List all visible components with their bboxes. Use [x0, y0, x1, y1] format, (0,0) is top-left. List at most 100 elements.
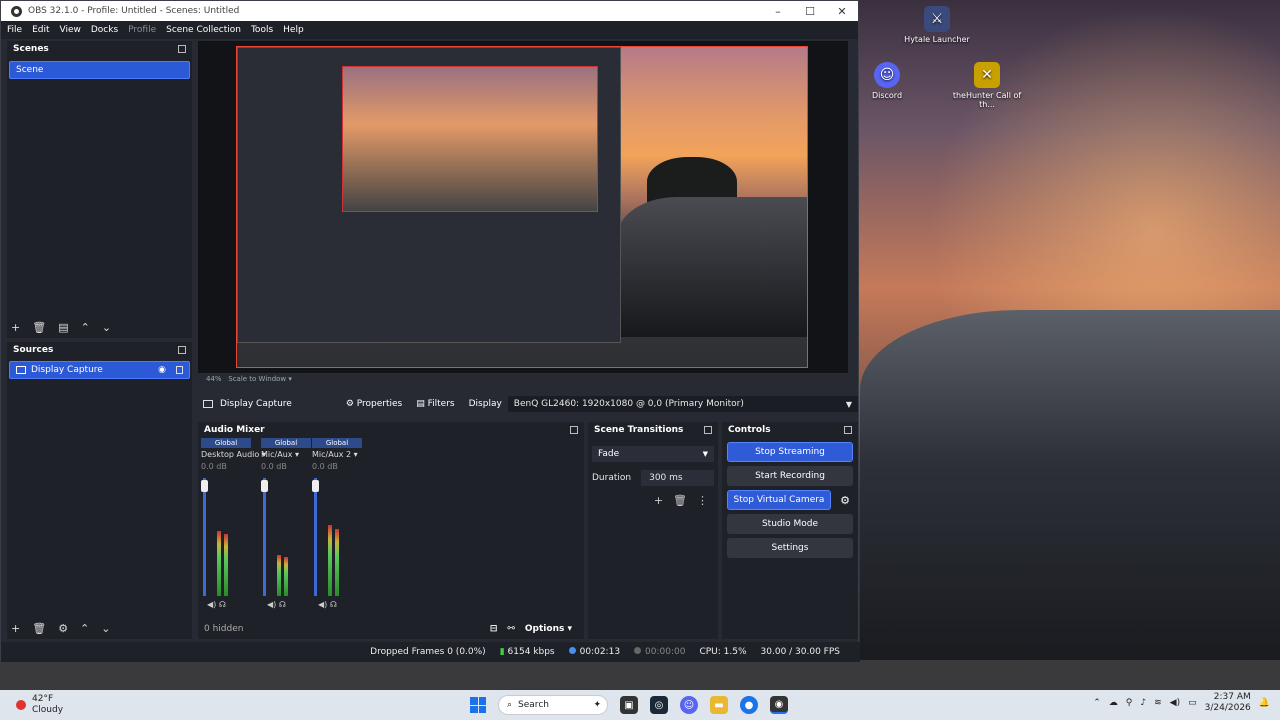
clock-date: 3/24/2026	[1204, 703, 1251, 713]
file-explorer-icon[interactable]: ▬	[710, 696, 728, 714]
menu-tools[interactable]: Tools	[251, 25, 273, 35]
headphones-icon[interactable]: ☊	[330, 600, 337, 609]
dock-float-icon[interactable]	[178, 346, 186, 354]
discord-taskbar-icon[interactable]: ☺	[680, 696, 698, 714]
speaker-icon[interactable]: ◀)	[267, 600, 276, 609]
menu-view[interactable]: View	[60, 25, 81, 35]
wifi-icon[interactable]: ≋	[1154, 698, 1162, 708]
filter-icon[interactable]: ▤	[58, 321, 68, 334]
visibility-eye-icon[interactable]: ◉	[158, 365, 166, 375]
options-button[interactable]: Options ▾	[525, 624, 572, 634]
trash-icon[interactable]: 🗑	[32, 622, 46, 635]
dock-float-icon[interactable]	[178, 45, 186, 53]
trash-icon[interactable]: 🗑	[673, 494, 687, 507]
menu-help[interactable]: Help	[283, 25, 304, 35]
channel-name[interactable]: Mic/Aux ▾	[261, 450, 311, 459]
channel-name[interactable]: Desktop Audio ▾	[201, 450, 266, 459]
channel-name[interactable]: Mic/Aux 2 ▾	[312, 450, 362, 459]
volume-fader-handle[interactable]	[201, 480, 208, 492]
notification-bell-icon[interactable]: 🔔	[1259, 698, 1270, 708]
scale-mode[interactable]: Scale to Window	[228, 375, 286, 383]
dock-float-icon[interactable]	[844, 426, 852, 434]
add-icon[interactable]: +	[654, 494, 663, 507]
steam-icon[interactable]: ◎	[650, 696, 668, 714]
headphones-icon[interactable]: ☊	[219, 600, 226, 609]
stop-streaming-button[interactable]: Stop Streaming	[727, 442, 853, 462]
weather-widget[interactable]: 42°F Cloudy	[16, 694, 63, 716]
volume-meter	[277, 478, 299, 596]
desktop-icon-thehunter[interactable]: ✕ theHunter Call of th...	[952, 62, 1022, 109]
dock-float-icon[interactable]	[704, 426, 712, 434]
gear-icon: ⚙	[345, 399, 357, 409]
menu-docks[interactable]: Docks	[91, 25, 118, 35]
volume-fader[interactable]	[203, 478, 206, 596]
menu-file[interactable]: File	[7, 25, 22, 35]
preview-canvas[interactable]	[236, 46, 808, 368]
layout-icon[interactable]: ⊟	[490, 624, 498, 634]
start-recording-button[interactable]: Start Recording	[727, 466, 853, 486]
desktop-icon-hytale[interactable]: ⚔ Hytale Launcher	[902, 6, 972, 44]
speaker-icon[interactable]: ◀)	[318, 600, 327, 609]
title-bar[interactable]: OBS 32.1.0 - Profile: Untitled - Scenes:…	[1, 1, 858, 21]
link-icon[interactable]: ⚯	[507, 624, 515, 634]
move-up-icon[interactable]: ⌃	[80, 622, 89, 635]
stop-virtual-camera-button[interactable]: Stop Virtual Camera	[727, 490, 831, 510]
filters-button[interactable]: ▤ Filters	[416, 399, 454, 409]
start-icon[interactable]	[470, 697, 486, 713]
headphones-icon[interactable]: ☊	[279, 600, 286, 609]
lock-icon[interactable]	[176, 366, 183, 374]
obs-logo-icon	[11, 5, 22, 17]
duration-label: Duration	[592, 473, 632, 483]
location-icon[interactable]: ⚲	[1126, 698, 1133, 708]
add-icon[interactable]: +	[11, 622, 20, 635]
channel-badge: Global	[312, 438, 362, 448]
volume-icon[interactable]: ◀)	[1170, 698, 1180, 708]
settings-button[interactable]: Settings	[727, 538, 853, 558]
volume-fader-handle[interactable]	[261, 480, 268, 492]
zoom-value[interactable]: 44%	[206, 375, 222, 383]
properties-button[interactable]: ⚙ Properties	[346, 399, 402, 409]
scene-name: Scene	[16, 65, 44, 75]
temperature: 42°F	[32, 694, 54, 704]
task-view-icon[interactable]: ▣	[620, 696, 638, 714]
scene-item[interactable]: Scene	[9, 61, 190, 79]
studio-mode-button[interactable]: Studio Mode	[727, 514, 853, 534]
obs-taskbar-icon[interactable]: ◉	[770, 696, 788, 714]
mixer-channel: Global Desktop Audio ▾ 0.0 dB ◀) ☊	[201, 438, 266, 609]
maximize-button[interactable]: ☐	[794, 5, 826, 18]
volume-fader-handle[interactable]	[312, 480, 319, 492]
nested-capture	[237, 47, 621, 343]
virtual-camera-settings-icon[interactable]: ⚙	[837, 490, 853, 510]
volume-fader[interactable]	[314, 478, 317, 596]
battery-icon[interactable]: ▭	[1188, 698, 1197, 708]
cloud-icon[interactable]: ☁	[1109, 698, 1118, 708]
menu-scene-collection[interactable]: Scene Collection	[166, 25, 241, 35]
dock-float-icon[interactable]	[570, 426, 578, 434]
hidden-count: 0 hidden	[204, 624, 244, 634]
show-hidden-icons-icon[interactable]: ⌃	[1093, 698, 1101, 708]
gear-icon[interactable]: ⚙	[58, 622, 68, 635]
minimize-button[interactable]: –	[762, 5, 794, 18]
duration-input[interactable]: 300 ms	[641, 470, 714, 486]
more-vertical-icon[interactable]: ⋮	[697, 494, 708, 507]
source-item[interactable]: Display Capture ◉	[9, 361, 190, 379]
close-button[interactable]: ✕	[826, 5, 858, 18]
move-up-icon[interactable]: ⌃	[81, 321, 90, 334]
display-select[interactable]: BenQ GL2460: 1920x1080 @ 0,0 (Primary Mo…	[507, 396, 858, 412]
menu-profile[interactable]: Profile	[128, 25, 156, 35]
desktop-icon-discord[interactable]: ☺ Discord	[852, 62, 922, 100]
speaker-icon[interactable]: ◀)	[207, 600, 216, 609]
menu-edit[interactable]: Edit	[32, 25, 49, 35]
taskbar-search[interactable]: ⌕ Search ✦	[498, 695, 608, 715]
clock[interactable]: 2:37 AM 3/24/2026	[1205, 692, 1251, 714]
preview-area[interactable]	[198, 41, 848, 373]
transition-select[interactable]: Fade ▼	[592, 446, 714, 462]
add-icon[interactable]: +	[11, 321, 20, 334]
trash-icon[interactable]: 🗑	[32, 321, 46, 334]
move-down-icon[interactable]: ⌄	[101, 622, 110, 635]
microphone-icon[interactable]: ♪	[1140, 698, 1146, 708]
move-down-icon[interactable]: ⌄	[102, 321, 111, 334]
source-toolbar: Display Capture ⚙ Properties ▤ Filters D…	[198, 395, 858, 413]
chrome-icon[interactable]: ●	[740, 696, 758, 714]
volume-fader[interactable]	[263, 478, 266, 596]
